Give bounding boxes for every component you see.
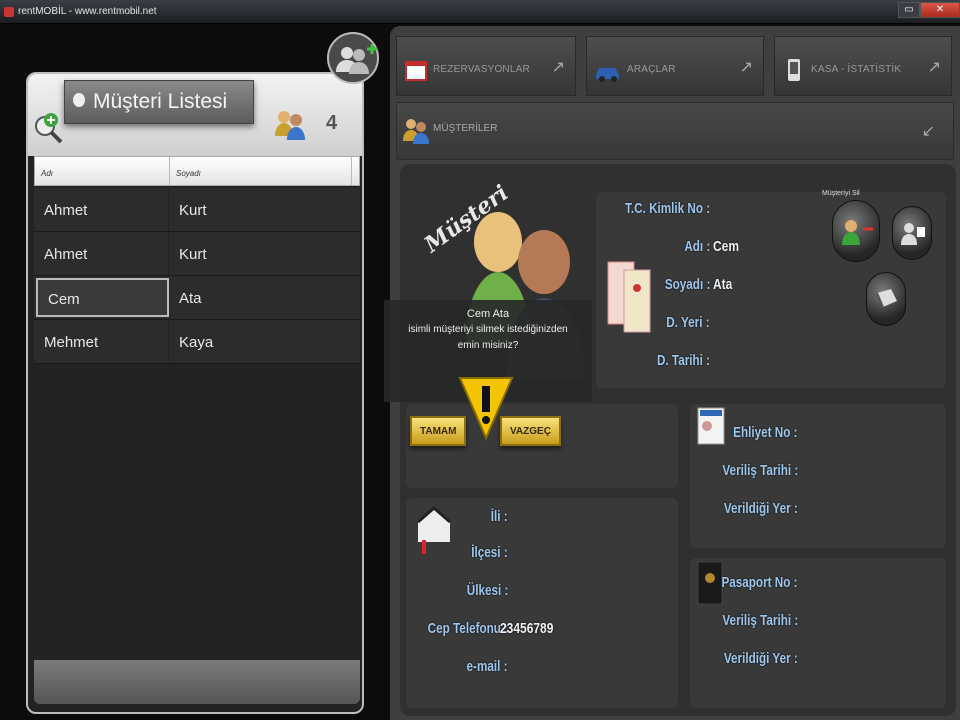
pasaport-no-label: Pasaport No : [721,574,798,591]
table-header: Adı Soyadı [34,156,360,186]
pasaport-verilis-label: Veriliş Tarihi : [722,612,798,629]
column-header-ad[interactable]: Adı [35,157,170,185]
table-row[interactable]: Mehmet Kaya [34,320,360,364]
cell-ad: Cem [36,278,169,317]
delete-customer-button[interactable] [832,200,880,262]
ok-button[interactable]: TAMAM [410,416,467,446]
dialog-customer-name: Cem Ata [466,308,510,320]
adi-value[interactable]: Cem [713,238,739,255]
delete-user-icon [842,220,873,245]
soyadi-label: Soyadı : [664,276,710,293]
cancel-button[interactable]: VAZGEÇ [500,416,561,446]
car-icon [596,68,619,82]
bubble-icon [73,93,85,107]
cep-value[interactable]: 23456789 [500,620,553,637]
maximize-button[interactable]: ▭ [898,2,920,18]
top-tabs: REZERVASYONLAR ↗ ARAÇLAR ↗ KASA - İSTATİ… [396,36,952,96]
tab-label: ARAÇLAR [627,64,676,75]
dyeri-label: D. Yeri : [666,314,710,331]
home-icon [417,506,451,554]
phone-icon [788,59,800,81]
dialog-message-line1: isimli müşteriyi silmek istediğinizden [408,324,568,335]
il-label: İli : [491,508,508,525]
dialog-message-line2: emin misiniz? [457,340,519,351]
app-icon [4,7,14,17]
eraser-icon [876,289,897,308]
cep-label: Cep Telefonu : [427,620,508,637]
window-controls: ▭ ✕ [898,2,960,20]
tc-label: T.C. Kimlik No : [624,200,710,217]
cell-soyad: Kaya [179,334,214,351]
tab-label: KASA - İSTATİSTİK [811,64,902,75]
edit-customer-button[interactable] [892,206,932,260]
adi-label: Adı : [684,238,710,255]
passport-icon [697,561,723,605]
table-row[interactable]: Ahmet Kurt [34,232,360,276]
license-icon [697,407,725,445]
expand-arrow-icon: ↗ [739,59,753,76]
ulke-label: Ülkesi : [466,582,508,599]
column-header-soyad[interactable]: Soyadı [170,157,352,185]
cell-ad: Ahmet [34,188,169,231]
collapse-arrow-icon: ↙ [921,123,935,140]
table-row-selected[interactable]: Cem Ata [34,276,360,320]
customer-list-title-text: Müşteri Listesi [93,90,228,113]
cell-ad: Mehmet [34,320,169,363]
list-footer [34,660,360,704]
email-label: e-mail : [467,658,508,675]
id-card-icon [607,261,651,333]
ehliyet-verildigi-label: Verildiği Yer : [724,500,798,517]
cell-soyad: Ata [179,290,202,307]
ehliyet-verilis-label: Veriliş Tarihi : [722,462,798,479]
table-row[interactable]: Ahmet Kurt [34,188,360,232]
soyadi-value[interactable]: Ata [713,276,732,293]
cell-soyad: Kurt [179,202,207,219]
tab-musteriler[interactable]: MÜŞTERİLER ↙ [396,102,954,160]
window-titlebar: rentMOBİL - www.rentmobil.net ▭ ✕ [0,0,960,24]
clear-customer-button[interactable] [866,272,906,326]
tab-label: MÜŞTERİLER [433,123,498,134]
customer-count: 4 [326,112,338,134]
customer-list-panel: 4 Müşteri Listesi Adı Soyadı Ahmet Kurt … [26,72,364,714]
search-add-icon[interactable] [31,112,65,146]
tab-araclar[interactable]: ARAÇLAR ↗ [586,36,764,96]
pasaport-verildigi-label: Verildiği Yer : [724,650,798,667]
expand-arrow-icon: ↗ [551,59,565,76]
cell-soyad: Kurt [179,246,207,263]
calendar-icon [405,61,427,81]
customer-table-body: Ahmet Kurt Ahmet Kurt Cem Ata Mehmet Kay… [34,188,360,364]
tab-label: REZERVASYONLAR [433,64,530,75]
dtarihi-label: D. Tarihi : [656,352,710,369]
close-button[interactable]: ✕ [920,2,960,18]
customers-icon [403,119,429,144]
ilce-label: İlçesi : [471,544,508,561]
people-icon [275,111,305,140]
edit-user-icon [901,223,925,245]
ehliyet-no-label: Ehliyet No : [733,424,798,441]
cell-ad: Ahmet [34,232,169,275]
expand-arrow-icon: ↗ [927,59,941,76]
window-title: rentMOBİL - www.rentmobil.net [18,6,157,17]
tab-kasa-istatistik[interactable]: KASA - İSTATİSTİK ↗ [774,36,952,96]
customer-list-title: Müşteri Listesi [64,80,254,124]
tab-rezervasyonlar[interactable]: REZERVASYONLAR ↗ [396,36,576,96]
add-customer-icon[interactable] [326,26,380,86]
delete-customer-label: Müşteriyi Sil [822,190,860,197]
